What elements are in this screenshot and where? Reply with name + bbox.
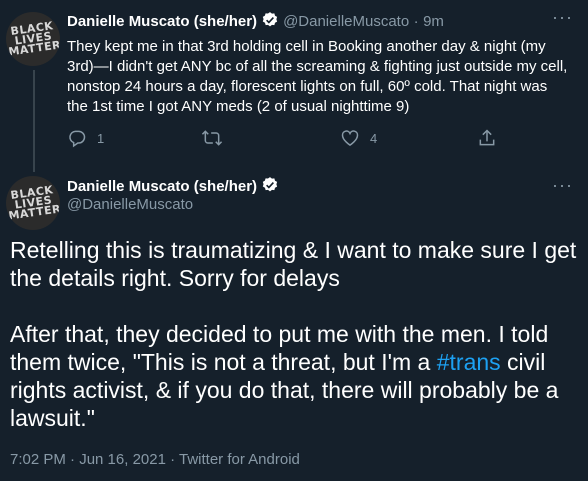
verified-badge-icon [261, 176, 279, 199]
retweet-button[interactable] [201, 128, 233, 148]
avatar-blm-text: BLACK LIVES MATTER [7, 19, 60, 59]
handle[interactable]: @DanielleMuscato [283, 13, 409, 30]
tweet-actions: 1 4 [67, 128, 507, 150]
like-count: 4 [370, 130, 378, 146]
separator: · [413, 13, 419, 30]
like-button[interactable]: 4 [340, 128, 377, 148]
display-name[interactable]: Danielle Muscato (she/her) [67, 13, 257, 30]
tweet-text: They kept me in that 3rd holding cell in… [67, 38, 568, 115]
share-icon [479, 129, 495, 146]
tweet-paragraph: Retelling this is traumatizing & I want … [10, 237, 577, 291]
avatar[interactable]: BLACK LIVES MATTER [6, 12, 60, 66]
share-button[interactable] [477, 128, 507, 148]
reply-icon [69, 130, 86, 148]
heart-icon [341, 130, 359, 146]
hashtag-link[interactable]: #trans [437, 349, 501, 375]
verified-badge-icon [261, 11, 279, 34]
avatar[interactable]: BLACK LIVES MATTER [6, 176, 60, 230]
more-dots-icon[interactable]: ··· [552, 176, 573, 194]
avatar-blm-text: BLACK LIVES MATTER [7, 183, 60, 223]
retweet-icon [201, 130, 223, 146]
more-dots-icon[interactable]: ··· [552, 8, 573, 26]
tweet-text: Retelling this is traumatizing & I want … [10, 236, 580, 432]
thread-connector-line [33, 70, 35, 172]
timestamp[interactable]: 9m [423, 13, 444, 30]
handle[interactable]: @DanielleMuscato [67, 196, 193, 213]
tweet-paragraph: After that, they decided to put me with … [10, 320, 580, 432]
reply-button[interactable]: 1 [67, 128, 104, 148]
display-name[interactable]: Danielle Muscato (she/her) [67, 178, 257, 195]
tweet-header: Danielle Muscato (she/her) @DanielleMusca… [67, 11, 444, 34]
tweet-meta[interactable]: 7:02 PM · Jun 16, 2021 · Twitter for And… [10, 451, 300, 468]
reply-count: 1 [97, 130, 105, 146]
